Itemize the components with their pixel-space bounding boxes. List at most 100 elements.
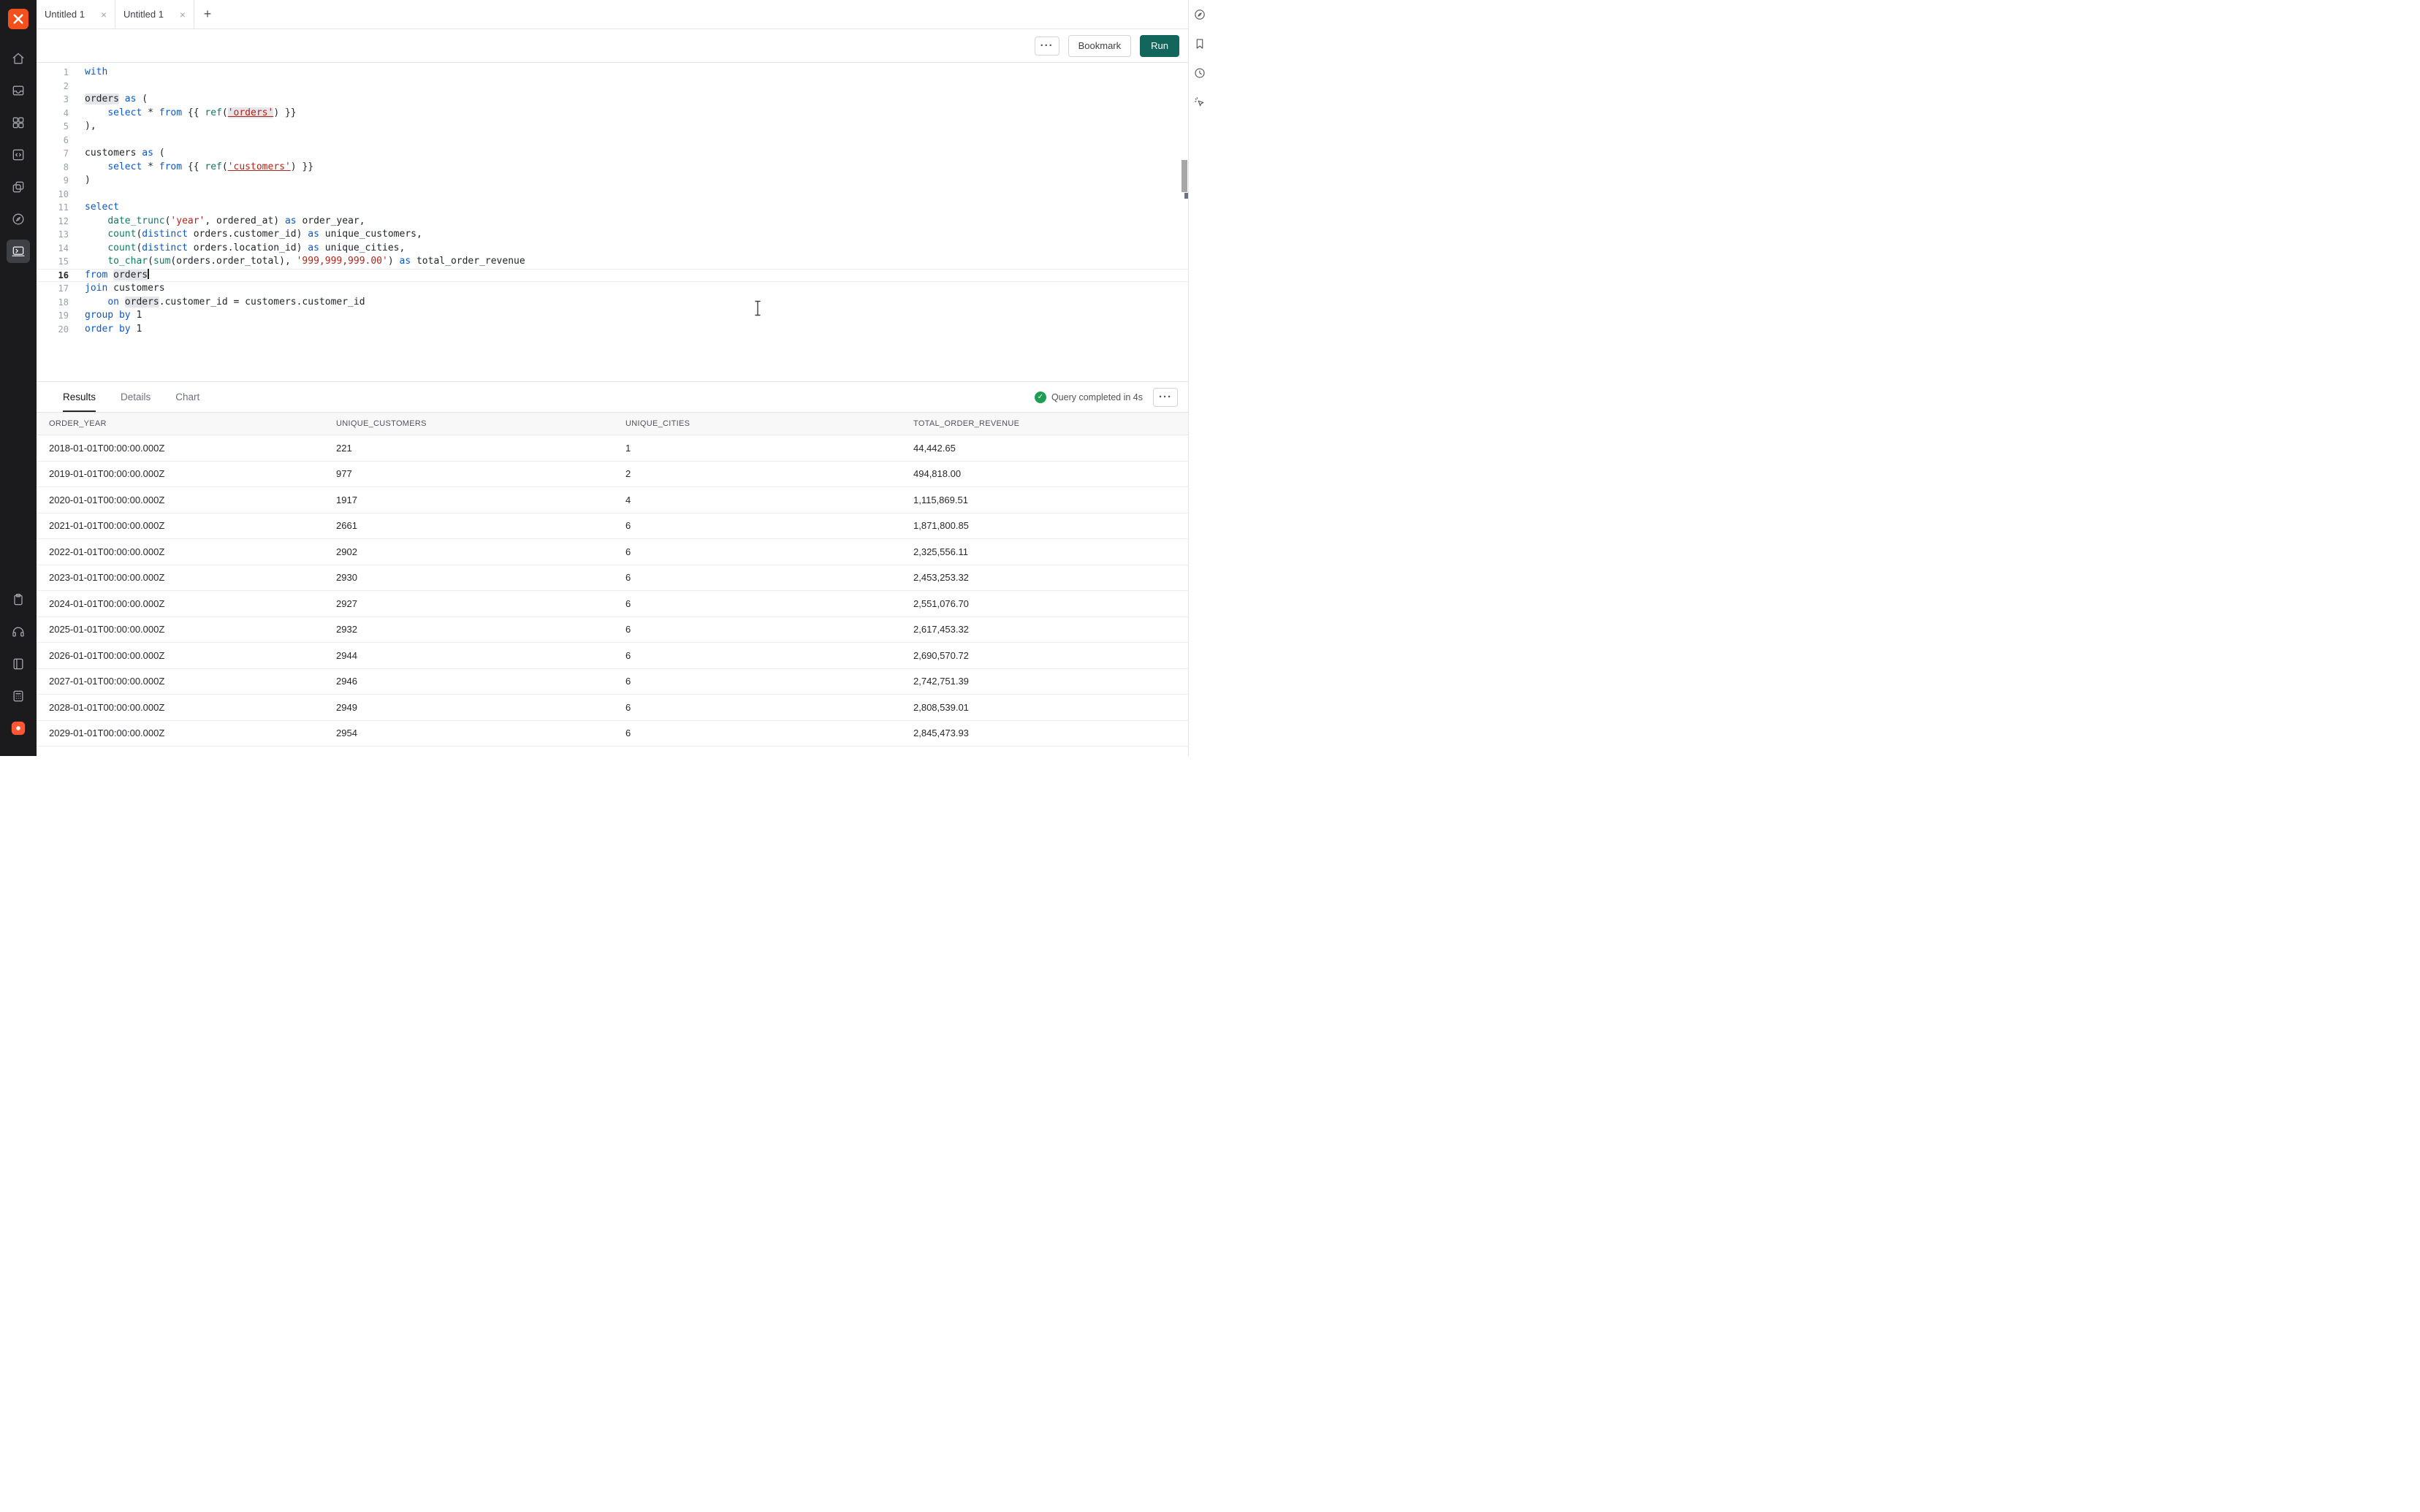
table-cell: 2954 — [336, 728, 625, 738]
tab-label: Untitled 1 — [123, 9, 164, 20]
close-tab-icon[interactable]: × — [180, 9, 186, 20]
compass-icon[interactable] — [7, 207, 30, 231]
table-cell: 4 — [625, 495, 913, 505]
inbox-icon[interactable] — [7, 79, 30, 102]
pointer-click-icon[interactable] — [1191, 93, 1209, 111]
editor-line[interactable]: 12 date_trunc('year', ordered_at) as ord… — [37, 215, 1188, 229]
table-row[interactable]: 2025-01-01T00:00:00.000Z293262,617,453.3… — [37, 617, 1188, 644]
code-text: count(distinct orders.customer_id) as un… — [69, 228, 422, 242]
editor-line[interactable]: 16from orders — [37, 269, 1188, 283]
editor-toolbar: ··· Bookmark Run — [37, 29, 1188, 63]
app-logo-icon[interactable] — [8, 9, 28, 29]
calculator-icon[interactable] — [7, 684, 30, 708]
editor-line[interactable]: 5), — [37, 120, 1188, 134]
app-window: Untitled 1 × Untitled 1 × + ··· Bookmark Ru… — [0, 0, 1210, 756]
dbt-logo-icon[interactable] — [7, 717, 30, 740]
editor-line[interactable]: 2 — [37, 80, 1188, 93]
editor-line[interactable]: 13 count(distinct orders.customer_id) as… — [37, 228, 1188, 242]
tab-chart[interactable]: Chart — [175, 382, 199, 412]
table-row[interactable]: 2022-01-01T00:00:00.000Z290262,325,556.1… — [37, 539, 1188, 565]
editor-line[interactable]: 11select — [37, 201, 1188, 215]
sql-editor[interactable]: 1with23orders as (4 select * from {{ ref… — [37, 63, 1188, 381]
tab-label: Untitled 1 — [45, 9, 85, 20]
tab-results[interactable]: Results — [63, 382, 96, 412]
table-cell: 2930 — [336, 572, 625, 583]
left-sidebar — [0, 0, 37, 756]
editor-line[interactable]: 1with — [37, 66, 1188, 80]
table-cell: 2944 — [336, 650, 625, 661]
code-text: orders as ( — [69, 93, 148, 107]
line-number: 3 — [37, 93, 69, 107]
line-number: 4 — [37, 107, 69, 121]
editor-line[interactable]: 8 select * from {{ ref('customers') }} — [37, 161, 1188, 175]
table-cell: 2027-01-01T00:00:00.000Z — [49, 676, 336, 687]
table-cell: 2,845,473.93 — [913, 728, 1188, 738]
editor-line[interactable]: 14 count(distinct orders.location_id) as… — [37, 242, 1188, 256]
terminal-icon[interactable] — [7, 240, 30, 263]
more-options-button[interactable]: ··· — [1035, 37, 1059, 56]
results-more-button[interactable]: ··· — [1153, 388, 1178, 407]
code-text: to_char(sum(orders.order_total), '999,99… — [69, 255, 525, 269]
editor-line[interactable]: 10 — [37, 188, 1188, 202]
scrollbar-thumb[interactable] — [1182, 160, 1187, 192]
tab-details[interactable]: Details — [121, 382, 151, 412]
editor-line[interactable]: 4 select * from {{ ref('orders') }} — [37, 107, 1188, 121]
table-cell: 2025-01-01T00:00:00.000Z — [49, 624, 336, 635]
table-row[interactable]: 2023-01-01T00:00:00.000Z293062,453,253.3… — [37, 565, 1188, 592]
editor-line[interactable]: 19group by 1 — [37, 309, 1188, 323]
column-header[interactable]: UNIQUE_CUSTOMERS — [336, 419, 625, 428]
table-cell: 2946 — [336, 676, 625, 687]
editor-line[interactable]: 17join customers — [37, 282, 1188, 296]
editor-line[interactable]: 20order by 1 — [37, 323, 1188, 337]
column-header[interactable]: TOTAL_ORDER_REVENUE — [913, 419, 1188, 428]
table-row[interactable]: 2021-01-01T00:00:00.000Z266161,871,800.8… — [37, 513, 1188, 540]
code-editor-icon[interactable] — [7, 143, 30, 167]
explore-icon[interactable] — [1191, 6, 1209, 23]
table-cell: 2018-01-01T00:00:00.000Z — [49, 443, 336, 454]
apps-grid-icon[interactable] — [7, 111, 30, 134]
line-number: 14 — [37, 242, 69, 256]
line-number: 2 — [37, 80, 69, 93]
editor-line[interactable]: 6 — [37, 134, 1188, 148]
column-header[interactable]: UNIQUE_CITIES — [625, 419, 913, 428]
windows-icon[interactable] — [7, 175, 30, 199]
table-cell: 6 — [625, 546, 913, 557]
line-number: 13 — [37, 228, 69, 242]
table-row[interactable]: 2030-01-01T00:00:00.000Z287961,841,049.3… — [37, 747, 1188, 756]
history-icon[interactable] — [1191, 64, 1209, 82]
editor-scrollbar[interactable] — [1181, 63, 1188, 381]
notebook-icon[interactable] — [7, 652, 30, 676]
new-tab-button[interactable]: + — [194, 0, 221, 28]
editor-line[interactable]: 18 on orders.customer_id = customers.cus… — [37, 296, 1188, 310]
table-row[interactable]: 2024-01-01T00:00:00.000Z292762,551,076.7… — [37, 591, 1188, 617]
table-cell: 1,115,869.51 — [913, 495, 1188, 505]
table-row[interactable]: 2028-01-01T00:00:00.000Z294962,808,539.0… — [37, 695, 1188, 721]
table-row[interactable]: 2018-01-01T00:00:00.000Z221144,442.65 — [37, 435, 1188, 462]
table-row[interactable]: 2029-01-01T00:00:00.000Z295462,845,473.9… — [37, 721, 1188, 747]
table-cell: 221 — [336, 443, 625, 454]
column-header[interactable]: ORDER_YEAR — [49, 419, 336, 428]
table-row[interactable]: 2027-01-01T00:00:00.000Z294662,742,751.3… — [37, 669, 1188, 695]
editor-tab[interactable]: Untitled 1 × — [37, 0, 115, 28]
line-number: 16 — [37, 269, 69, 283]
bookmark-button[interactable]: Bookmark — [1068, 35, 1132, 57]
table-row[interactable]: 2020-01-01T00:00:00.000Z191741,115,869.5… — [37, 487, 1188, 513]
bookmark-icon[interactable] — [1191, 35, 1209, 53]
table-row[interactable]: 2026-01-01T00:00:00.000Z294462,690,570.7… — [37, 643, 1188, 669]
table-row[interactable]: 2019-01-01T00:00:00.000Z9772494,818.00 — [37, 462, 1188, 488]
close-tab-icon[interactable]: × — [101, 9, 107, 20]
table-cell: 2879 — [336, 754, 625, 756]
clipboard-icon[interactable] — [7, 588, 30, 611]
code-text: count(distinct orders.location_id) as un… — [69, 242, 405, 256]
scrollbar-annotation — [1184, 193, 1188, 199]
editor-line[interactable]: 9) — [37, 174, 1188, 188]
editor-line[interactable]: 7customers as ( — [37, 147, 1188, 161]
editor-tab[interactable]: Untitled 1 × — [115, 0, 194, 28]
table-cell: 1,871,800.85 — [913, 520, 1188, 531]
run-button[interactable]: Run — [1140, 35, 1179, 57]
editor-line[interactable]: 3orders as ( — [37, 93, 1188, 107]
table-cell: 977 — [336, 468, 625, 479]
home-icon[interactable] — [7, 47, 30, 70]
headset-icon[interactable] — [7, 620, 30, 644]
editor-line[interactable]: 15 to_char(sum(orders.order_total), '999… — [37, 255, 1188, 269]
